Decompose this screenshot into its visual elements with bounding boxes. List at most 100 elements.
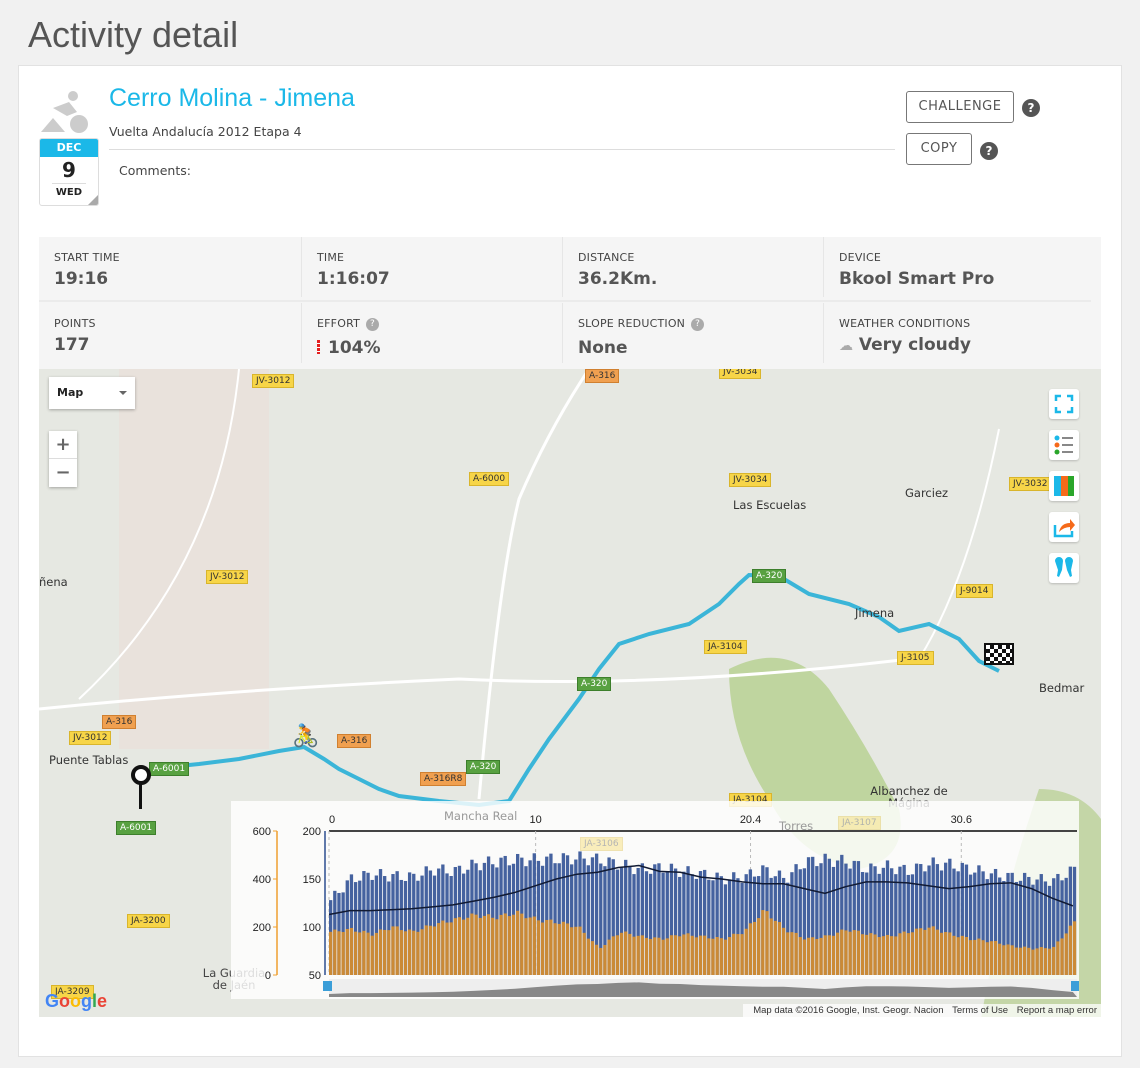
- power-bar: [599, 947, 603, 975]
- date-day: 9: [62, 158, 76, 182]
- challenge-help-icon[interactable]: ?: [1022, 99, 1040, 117]
- map-type-select[interactable]: Map: [49, 377, 135, 409]
- power-bar: [582, 932, 586, 975]
- power-bar: [565, 923, 570, 975]
- power-bar: [482, 915, 487, 975]
- power-bar: [852, 930, 856, 975]
- power-bar: [848, 931, 852, 975]
- power-bar: [441, 920, 445, 975]
- power-bar: [1022, 946, 1027, 975]
- start-pin-stem: [139, 783, 142, 809]
- zoom-out-button[interactable]: −: [49, 459, 77, 487]
- power-bar: [819, 937, 823, 975]
- power-bar: [690, 935, 694, 975]
- stat-label: TIME: [317, 251, 345, 264]
- stat-value: 104%: [328, 337, 381, 358]
- help-icon[interactable]: ?: [691, 317, 705, 331]
- power-bar: [524, 918, 528, 975]
- power-bar: [644, 937, 649, 975]
- power-bar: [632, 936, 636, 975]
- power-bar: [486, 914, 491, 975]
- stat-value: 19:16: [54, 269, 109, 289]
- power-bar: [574, 926, 578, 975]
- power-bar: [993, 940, 998, 975]
- power-bar: [590, 941, 595, 975]
- power-bar: [790, 932, 794, 975]
- fullscreen-button[interactable]: [1049, 389, 1079, 419]
- power-bar: [931, 926, 935, 975]
- stat-value: 36.2Km.: [578, 269, 658, 289]
- power-bar: [890, 936, 894, 975]
- copy-button[interactable]: COPY: [906, 133, 972, 165]
- power-bar: [919, 928, 923, 975]
- stat-value: Very cloudy: [858, 335, 971, 355]
- effort-bar-icon: [317, 339, 320, 354]
- inner-y-tick-label: 100: [303, 922, 321, 934]
- share-button[interactable]: [1049, 512, 1079, 542]
- power-bar: [856, 930, 861, 975]
- legend-button[interactable]: [1049, 430, 1079, 460]
- power-bar: [815, 938, 819, 975]
- power-bar: [686, 933, 690, 975]
- activity-chart[interactable]: 0 10 20.4 30.6 200 150 100 50 600 400 200 0: [231, 801, 1080, 999]
- power-bar: [383, 929, 387, 975]
- power-bar: [1035, 948, 1039, 975]
- help-icon[interactable]: ?: [366, 317, 380, 331]
- power-bar: [781, 927, 786, 975]
- power-bar: [603, 944, 607, 975]
- power-bar: [678, 936, 682, 975]
- chevron-down-icon: [119, 391, 127, 395]
- power-bar: [898, 933, 902, 975]
- date-month: DEC: [40, 139, 98, 157]
- route-map[interactable]: JV-3012 A-316 JV-3034 A-6000 JV-3034 JV-…: [39, 369, 1101, 1017]
- road-label: A-316: [337, 734, 372, 748]
- power-bar: [973, 939, 977, 975]
- power-bar: [798, 937, 802, 975]
- power-bar: [752, 921, 757, 975]
- power-bar: [474, 914, 478, 975]
- power-bar: [1002, 945, 1006, 975]
- power-bar: [869, 933, 873, 975]
- color-mode-button[interactable]: [1049, 471, 1079, 501]
- power-bar: [437, 923, 441, 975]
- challenge-button[interactable]: CHALLENGE: [906, 91, 1014, 123]
- power-bar: [694, 937, 699, 975]
- compare-button[interactable]: [1049, 553, 1079, 583]
- road-label: JV-3032: [1009, 477, 1052, 491]
- place-label: Torres: [779, 819, 814, 833]
- stat-start-time: START TIME 19:16: [39, 237, 299, 297]
- power-bar: [1027, 947, 1031, 975]
- power-bar: [902, 931, 906, 975]
- outer-y-tick-label: 200: [253, 922, 271, 934]
- range-handle-left: [323, 981, 332, 991]
- road-label: A-316: [585, 369, 620, 383]
- activity-title[interactable]: Cerro Molina - Jimena: [109, 84, 355, 113]
- report-error-link[interactable]: Report a map error: [1017, 1005, 1097, 1016]
- zoom-in-button[interactable]: +: [49, 431, 77, 459]
- power-bar: [432, 926, 437, 975]
- power-bar: [765, 911, 769, 975]
- power-bar: [428, 925, 433, 975]
- power-bar: [740, 934, 744, 975]
- power-bar: [844, 930, 848, 975]
- power-bar: [998, 943, 1002, 975]
- stat-weather: WEATHER CONDITIONS ☁ Very cloudy: [823, 303, 1083, 363]
- power-bar: [420, 929, 424, 975]
- power-bar: [827, 935, 831, 975]
- copy-help-icon[interactable]: ?: [980, 142, 998, 160]
- stat-value: None: [578, 337, 628, 358]
- road-label: A-316: [102, 715, 137, 729]
- power-bar: [786, 932, 790, 975]
- power-bar: [619, 932, 624, 975]
- power-bar: [811, 937, 815, 975]
- stat-value: 177: [54, 335, 90, 355]
- power-bar: [757, 918, 761, 975]
- x-tick-label: 30.6: [951, 814, 972, 826]
- terms-link[interactable]: Terms of Use: [952, 1005, 1008, 1016]
- power-bar: [607, 939, 611, 975]
- power-bar: [840, 929, 844, 975]
- power-bar: [457, 917, 462, 975]
- power-bar: [337, 931, 341, 975]
- power-bar: [615, 935, 620, 975]
- road-label: A-316R8: [420, 772, 467, 786]
